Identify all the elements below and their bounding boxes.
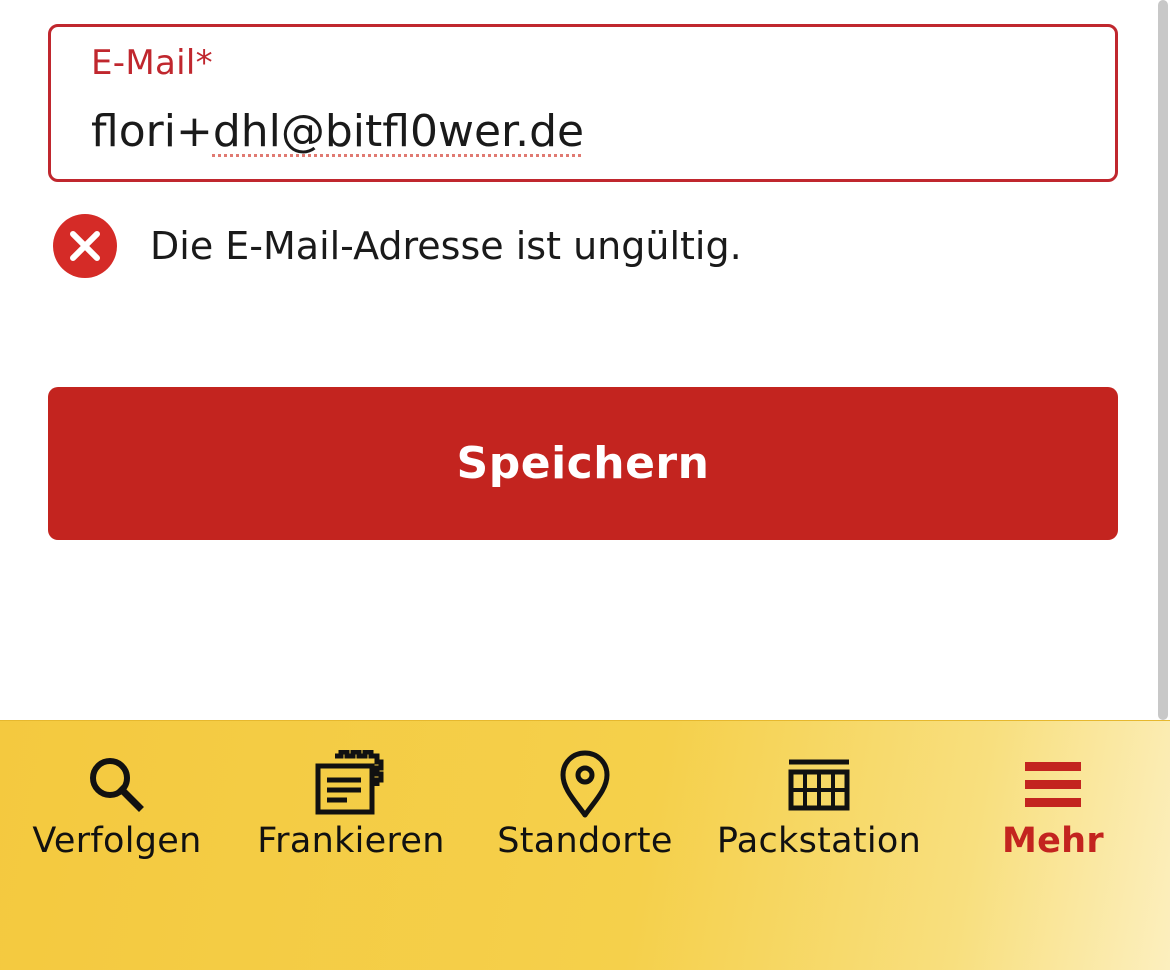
save-button[interactable]: Speichern	[48, 387, 1118, 540]
error-icon	[53, 214, 117, 278]
scrollbar[interactable]	[1156, 0, 1170, 720]
tab-packstation[interactable]: Packstation	[702, 721, 936, 881]
tab-verfolgen[interactable]: Verfolgen	[0, 721, 234, 881]
tab-label: Mehr	[1002, 821, 1104, 861]
email-field[interactable]: E-Mail* flori+dhl@bitfl0wer.de	[48, 24, 1118, 182]
tab-label: Standorte	[497, 821, 673, 861]
screen: E-Mail* flori+dhl@bitfl0wer.de Die E-Mai…	[0, 0, 1170, 970]
search-icon	[77, 745, 157, 825]
tab-label: Packstation	[716, 821, 922, 861]
error-message-row: Die E-Mail-Adresse ist ungültig.	[52, 212, 742, 280]
email-field-label: E-Mail*	[91, 43, 213, 83]
menu-icon	[1013, 745, 1093, 825]
tab-label: Frankieren	[257, 821, 445, 861]
email-value-misspelled: dhl@bitfl0wer.de	[212, 106, 585, 157]
packstation-icon	[779, 745, 859, 825]
scrollbar-thumb[interactable]	[1158, 0, 1168, 720]
error-message: Die E-Mail-Adresse ist ungültig.	[150, 224, 742, 268]
tab-mehr[interactable]: Mehr	[936, 721, 1170, 881]
email-value-prefix: flori+	[91, 106, 213, 157]
location-pin-icon	[545, 745, 625, 825]
tab-frankieren[interactable]: Frankieren	[234, 721, 468, 881]
stamp-icon	[311, 745, 391, 825]
tab-label: Verfolgen	[32, 821, 202, 861]
tab-standorte[interactable]: Standorte	[468, 721, 702, 881]
email-input[interactable]: flori+dhl@bitfl0wer.de	[91, 102, 584, 162]
bottom-tab-bar: Verfolgen Frankieren Standorte Packstati…	[0, 720, 1170, 970]
